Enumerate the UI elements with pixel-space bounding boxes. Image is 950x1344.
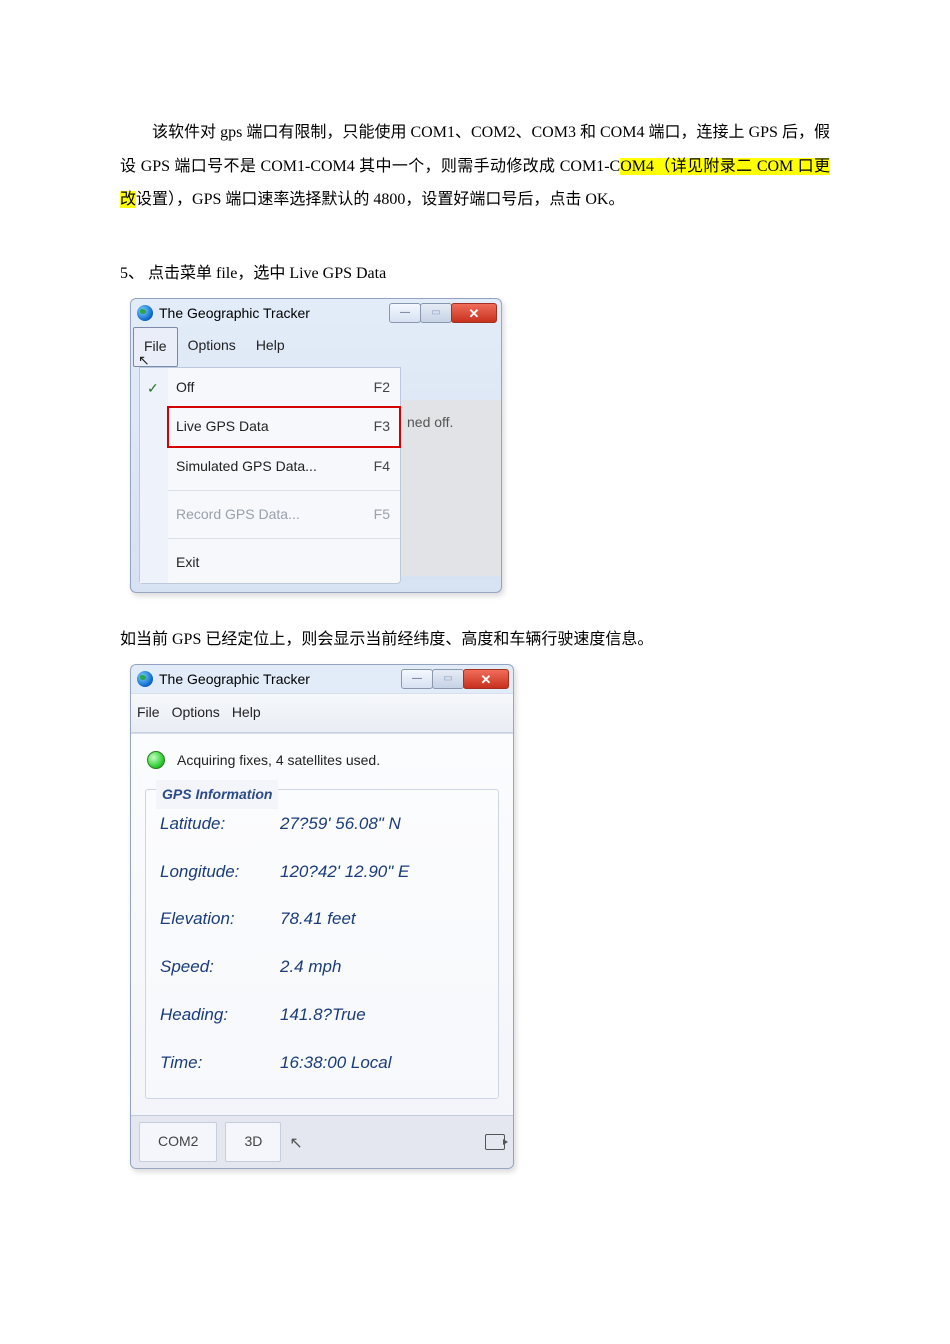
menu-file[interactable]: File <box>137 698 160 727</box>
window-title: The Geographic Tracker <box>159 665 402 694</box>
menu-item-exit[interactable]: Exit <box>168 543 400 582</box>
menu-separator <box>168 538 400 539</box>
para1-b: 设置），GPS 端口速率选择默认的 4800，设置好端口号后，点击 OK。 <box>136 191 624 208</box>
arrow-cursor-icon: ↖ <box>289 1127 302 1161</box>
close-button[interactable]: ✕ <box>451 303 497 323</box>
app-globe-icon <box>137 305 153 321</box>
minimize-button[interactable]: — <box>389 303 421 323</box>
file-dropdown: ✓ Off F2 Live GPS Data F3 Simulated GPS … <box>139 367 401 584</box>
label-time: Time: <box>160 1045 280 1081</box>
status-led-icon <box>147 751 165 769</box>
gps-info-group: GPS Information Latitude: 27?59' 56.08" … <box>145 789 499 1099</box>
menubar: File Options Help <box>131 693 513 732</box>
menu-item-off[interactable]: Off F2 <box>168 368 400 407</box>
window-title: The Geographic Tracker <box>159 299 390 328</box>
tray-icon <box>485 1134 505 1150</box>
note-paragraph: 如当前 GPS 已经定位上，则会显示当前经纬度、高度和车辆行驶速度信息。 <box>120 623 830 657</box>
menu-separator <box>168 490 400 491</box>
menu-file[interactable]: File ↖ <box>133 327 178 366</box>
content-pane: Acquiring fixes, 4 satellites used. GPS … <box>131 733 513 1116</box>
row-elevation: Elevation: 78.41 feet <box>160 895 484 943</box>
dropdown-gutter: ✓ <box>140 368 168 583</box>
step-5: 5、 点击菜单 file，选中 Live GPS Data <box>120 257 830 291</box>
row-speed: Speed: 2.4 mph <box>160 943 484 991</box>
status-row: Acquiring fixes, 4 satellites used. <box>143 742 501 785</box>
menu-options[interactable]: Options <box>178 327 246 366</box>
menu-item-simulated-gps[interactable]: Simulated GPS Data... F4 <box>168 447 400 486</box>
titlebar: The Geographic Tracker — ▭ ✕ <box>131 665 513 693</box>
window-controls: — ▭ ✕ <box>390 303 497 323</box>
group-title: GPS Information <box>156 780 278 809</box>
background-text: ned off. <box>400 400 501 576</box>
tracker-window-menu: The Geographic Tracker — ▭ ✕ File ↖ Opti… <box>130 298 502 592</box>
status-com: COM2 <box>139 1122 217 1161</box>
menu-item-record-gps: Record GPS Data... F5 <box>168 495 400 534</box>
close-button[interactable]: ✕ <box>463 669 509 689</box>
tracker-window-info: The Geographic Tracker — ▭ ✕ File Option… <box>130 664 514 1168</box>
label-speed: Speed: <box>160 949 280 985</box>
minimize-button[interactable]: — <box>401 669 433 689</box>
value-time: 16:38:00 Local <box>280 1045 484 1081</box>
row-longitude: Longitude: 120?42' 12.90" E <box>160 848 484 896</box>
label-longitude: Longitude: <box>160 854 280 890</box>
label-elevation: Elevation: <box>160 901 280 937</box>
maximize-button[interactable]: ▭ <box>420 303 452 323</box>
intro-paragraph: 该软件对 gps 端口有限制，只能使用 COM1、COM2、COM3 和 COM… <box>120 116 830 217</box>
label-latitude: Latitude: <box>160 806 280 842</box>
menu-options[interactable]: Options <box>172 698 220 727</box>
label-heading: Heading: <box>160 997 280 1033</box>
value-heading: 141.8?True <box>280 997 484 1033</box>
value-elevation: 78.41 feet <box>280 901 484 937</box>
menubar: File ↖ Options Help <box>131 327 501 366</box>
check-icon: ✓ <box>147 374 161 388</box>
value-latitude: 27?59' 56.08" N <box>280 806 484 842</box>
titlebar: The Geographic Tracker — ▭ ✕ <box>131 299 501 327</box>
app-globe-icon <box>137 671 153 687</box>
menu-item-live-gps[interactable]: Live GPS Data F3 <box>168 407 400 446</box>
close-icon: ✕ <box>481 673 492 686</box>
menu-help[interactable]: Help <box>232 698 261 727</box>
window-controls: — ▭ ✕ <box>402 669 509 689</box>
menu-help[interactable]: Help <box>246 327 295 366</box>
value-longitude: 120?42' 12.90" E <box>280 854 484 890</box>
row-time: Time: 16:38:00 Local <box>160 1039 484 1087</box>
value-speed: 2.4 mph <box>280 949 484 985</box>
row-heading: Heading: 141.8?True <box>160 991 484 1039</box>
statusbar: COM2 3D ↖ <box>131 1115 513 1167</box>
status-mode: 3D <box>225 1122 281 1161</box>
close-icon: ✕ <box>469 307 480 320</box>
maximize-button[interactable]: ▭ <box>432 669 464 689</box>
status-text: Acquiring fixes, 4 satellites used. <box>177 746 380 775</box>
